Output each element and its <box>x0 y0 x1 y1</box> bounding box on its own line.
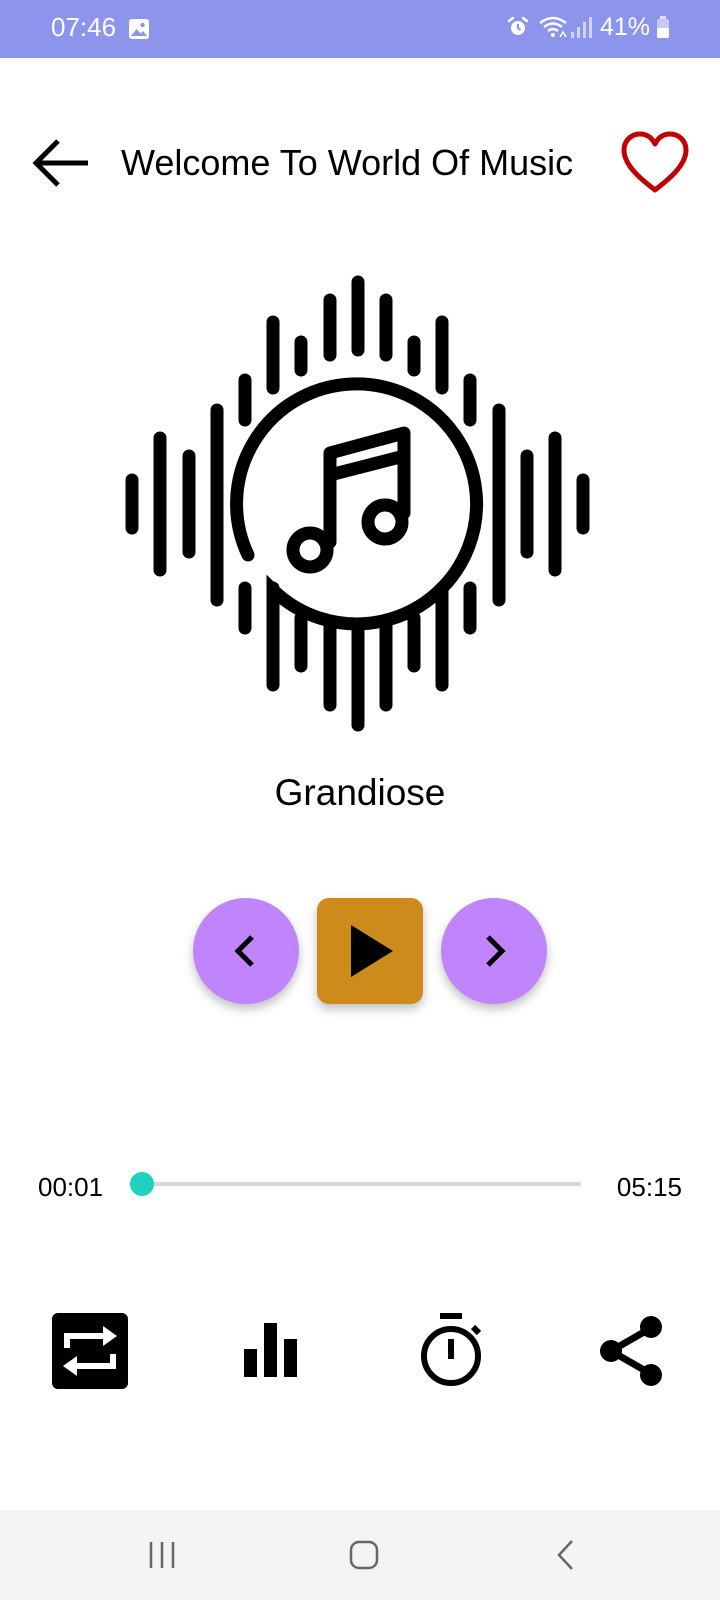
equalizer-icon <box>244 1323 297 1377</box>
status-icons: 41% <box>506 12 670 42</box>
system-back-button[interactable] <box>536 1530 596 1580</box>
system-nav-bar <box>0 1510 720 1600</box>
page-title: Welcome To World Of Music <box>121 142 574 183</box>
battery-icon <box>657 16 669 38</box>
track-title: Grandiose <box>274 772 446 813</box>
play-icon <box>351 925 393 977</box>
equalizer-button[interactable] <box>226 1306 316 1396</box>
heart-outline-icon <box>621 131 689 193</box>
previous-button[interactable] <box>193 898 299 1004</box>
alarm-icon <box>507 16 529 35</box>
recent-apps-icon <box>149 1542 175 1568</box>
timer-icon <box>421 1313 482 1386</box>
music-note-soundwave-icon <box>125 275 590 732</box>
total-time: 05:15 <box>616 1172 682 1202</box>
seek-thumb[interactable] <box>130 1172 155 1196</box>
arrow-left-icon <box>32 139 88 187</box>
share-button[interactable] <box>587 1306 677 1396</box>
chevron-right-icon <box>486 935 506 967</box>
recent-apps-button[interactable] <box>132 1530 192 1580</box>
repeat-icon <box>52 1313 128 1389</box>
back-button[interactable] <box>28 130 94 196</box>
bottom-controls <box>0 1300 720 1400</box>
current-time: 00:01 <box>38 1172 104 1202</box>
home-button[interactable] <box>334 1530 394 1580</box>
chevron-left-icon <box>234 935 254 967</box>
status-bar: 07:46 41% <box>0 0 720 58</box>
album-art <box>118 270 602 752</box>
repeat-button[interactable] <box>45 1306 135 1396</box>
home-icon <box>349 1540 379 1570</box>
app-header: Welcome To World Of Music <box>0 120 720 210</box>
next-button[interactable] <box>441 898 547 1004</box>
gallery-icon <box>129 19 149 39</box>
favorite-button[interactable] <box>620 130 690 196</box>
status-time: 07:46 <box>51 12 117 42</box>
wifi-icon <box>539 16 567 38</box>
seek-bar[interactable] <box>141 1182 581 1186</box>
timer-button[interactable] <box>406 1306 496 1396</box>
battery-percent: 41% <box>599 12 650 41</box>
share-icon <box>600 1316 662 1386</box>
back-icon <box>557 1540 573 1570</box>
signal-icon <box>570 17 592 38</box>
play-button[interactable] <box>317 898 423 1004</box>
